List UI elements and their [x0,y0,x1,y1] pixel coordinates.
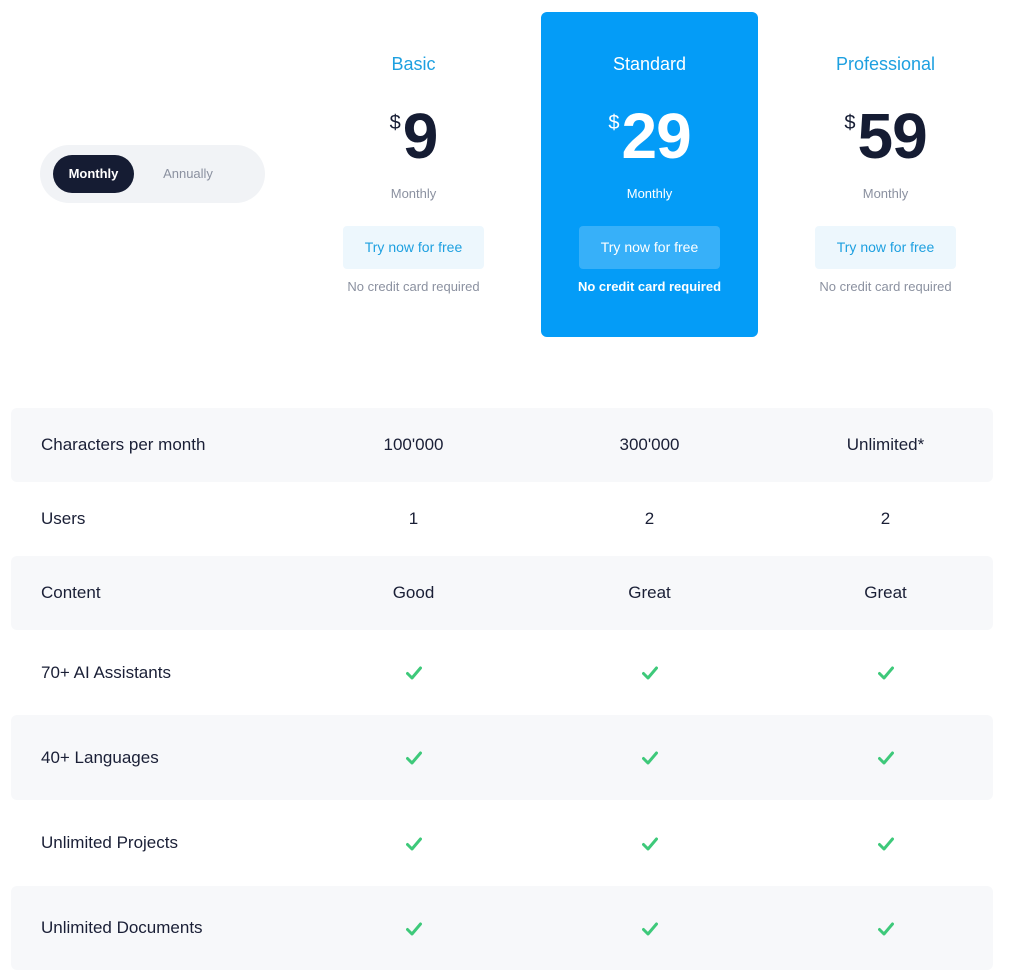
billing-period-toggle: Monthly Annually [40,145,265,203]
feature-value-standard: Great [628,583,671,602]
try-now-button-standard[interactable]: Try now for free [579,226,720,269]
try-now-button-professional[interactable]: Try now for free [815,226,956,269]
price-amount: 9 [402,100,439,172]
plan-card-professional: Professional $ 59 Monthly Try now for fr… [777,12,994,337]
feature-row-characters: Characters per month 100'000 300'000 Unl… [11,408,993,482]
check-icon [641,837,658,851]
feature-value-professional: Great [864,583,907,602]
feature-value-standard [541,918,758,938]
feature-row-ai-assistants: 70+ AI Assistants [11,630,993,715]
feature-value-professional [777,748,994,768]
feature-row-projects: Unlimited Projects [11,800,993,886]
no-credit-card-note: No credit card required [347,279,480,294]
feature-value-standard [541,663,758,683]
monthly-toggle-option[interactable]: Monthly [53,155,134,193]
feature-label: Content [41,583,101,602]
no-credit-card-note: No credit card required [819,279,952,294]
currency-symbol: $ [608,112,620,134]
try-now-button-basic[interactable]: Try now for free [343,226,484,269]
feature-label: Unlimited Documents [41,918,203,937]
check-icon [877,666,894,680]
feature-value-basic: Good [392,583,435,602]
plan-card-standard: Standard $ 29 Monthly Try now for free N… [541,12,758,337]
feature-value-basic [305,663,522,683]
feature-value-basic: 100'000 [383,435,444,454]
feature-label: Users [41,509,86,528]
feature-value-standard [541,833,758,853]
feature-value-professional: 2 [880,509,891,528]
billing-period-label: Monthly [626,186,673,201]
plan-price: $ 29 [541,104,758,174]
plan-name: Basic [391,54,436,74]
feature-value-standard [541,748,758,768]
check-icon [405,922,422,936]
plan-name: Professional [835,54,936,74]
feature-value-professional: Unlimited* [846,435,925,454]
check-icon [641,922,658,936]
currency-symbol: $ [389,112,401,134]
feature-row-documents: Unlimited Documents [11,886,993,970]
plan-price: $ 59 [777,104,994,174]
check-icon [405,751,422,765]
feature-value-basic: 1 [408,509,419,528]
feature-value-professional [777,663,994,683]
check-icon [877,922,894,936]
check-icon [877,751,894,765]
currency-symbol: $ [844,112,856,134]
feature-label: 70+ AI Assistants [41,662,171,682]
feature-value-standard: 300'000 [619,435,680,454]
feature-row-languages: 40+ Languages [11,715,993,800]
feature-value-standard: 2 [644,509,655,528]
billing-period-label: Monthly [862,186,909,201]
feature-value-basic [305,833,522,853]
annually-toggle-option[interactable]: Annually [146,155,230,193]
feature-value-basic [305,918,522,938]
check-icon [405,666,422,680]
plan-card-basic: Basic $ 9 Monthly Try now for free No cr… [305,12,522,337]
feature-label: Unlimited Projects [41,833,178,852]
feature-label: 40+ Languages [41,747,159,767]
plan-name: Standard [612,54,687,74]
feature-value-professional [777,918,994,938]
check-icon [405,837,422,851]
price-amount: 29 [621,100,691,172]
check-icon [641,666,658,680]
billing-period-label: Monthly [390,186,437,201]
feature-label: Characters per month [41,435,206,454]
check-icon [641,751,658,765]
feature-row-content: Content Good Great Great [11,556,993,630]
feature-value-professional [777,833,994,853]
price-amount: 59 [857,100,927,172]
feature-row-users: Users 1 2 2 [11,482,993,556]
feature-value-basic [305,748,522,768]
plan-price: $ 9 [305,104,522,174]
check-icon [877,837,894,851]
no-credit-card-note: No credit card required [577,279,722,294]
